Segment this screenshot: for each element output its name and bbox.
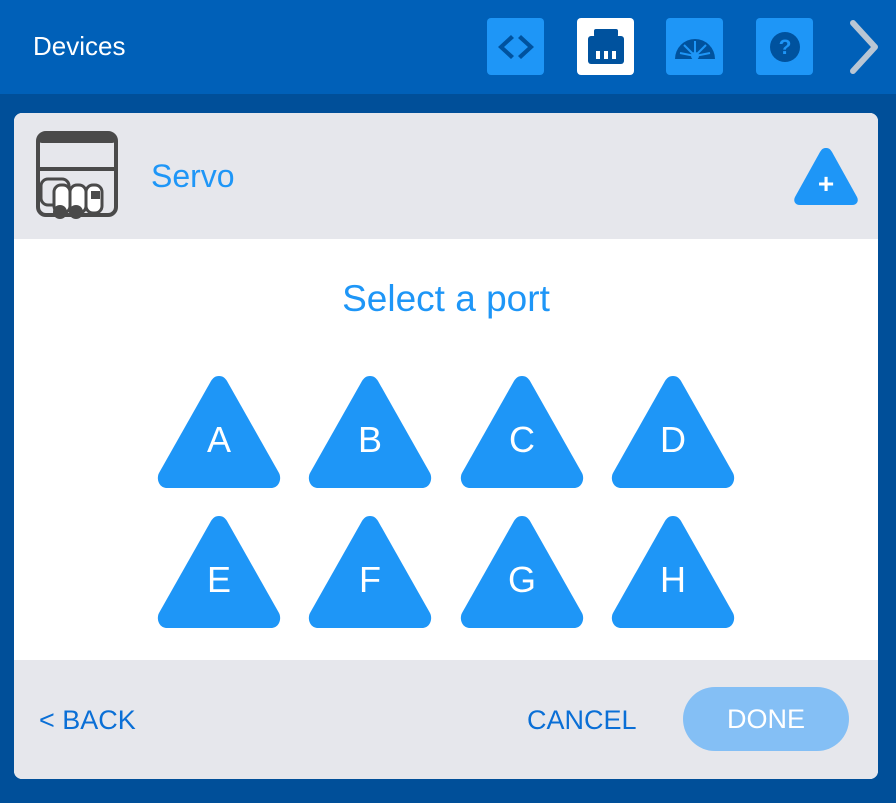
port-label: B: [357, 419, 382, 460]
select-port-heading: Select a port: [342, 278, 550, 319]
port-label: H: [660, 559, 686, 600]
port-c-button[interactable]: C: [458, 374, 586, 490]
device-panel: Servo + Select a port A B C D E F G H < …: [14, 113, 878, 779]
devices-port-icon: [587, 28, 624, 64]
port-g-button[interactable]: G: [458, 514, 586, 630]
add-icon: +: [818, 168, 834, 199]
device-name: Servo: [151, 158, 235, 194]
port-label: E: [206, 559, 231, 600]
port-f-button[interactable]: F: [306, 514, 434, 630]
dashboard-gauge-icon: [674, 38, 715, 60]
code-view-button[interactable]: [487, 18, 544, 75]
chevron-right-icon: [850, 20, 878, 74]
servo-device-icon: [35, 129, 121, 224]
port-label: A: [206, 419, 231, 460]
port-label: C: [509, 419, 535, 460]
devices-tab-button[interactable]: [577, 18, 634, 75]
port-h-button[interactable]: H: [609, 514, 737, 630]
next-button[interactable]: [838, 14, 888, 80]
help-icon: ?: [769, 31, 800, 62]
code-brackets-icon: [497, 34, 534, 59]
add-device-button[interactable]: +: [792, 144, 860, 208]
back-button[interactable]: < BACK: [39, 704, 136, 736]
port-d-button[interactable]: D: [609, 374, 737, 490]
port-label: G: [507, 559, 536, 600]
port-label: D: [660, 419, 686, 460]
dialog-footer: < BACK CANCEL DONE: [14, 660, 878, 779]
port-e-button[interactable]: E: [155, 514, 283, 630]
port-label: F: [359, 559, 381, 600]
page-title: Devices: [33, 31, 126, 61]
port-b-button[interactable]: B: [306, 374, 434, 490]
cancel-button[interactable]: CANCEL: [527, 704, 637, 736]
dashboard-button[interactable]: [666, 18, 723, 75]
device-header: Servo +: [14, 113, 878, 239]
done-button[interactable]: DONE: [683, 687, 849, 751]
help-button[interactable]: ?: [756, 18, 813, 75]
port-a-button[interactable]: A: [155, 374, 283, 490]
top-bar: Devices ?: [0, 0, 896, 94]
svg-text:?: ?: [778, 36, 791, 59]
